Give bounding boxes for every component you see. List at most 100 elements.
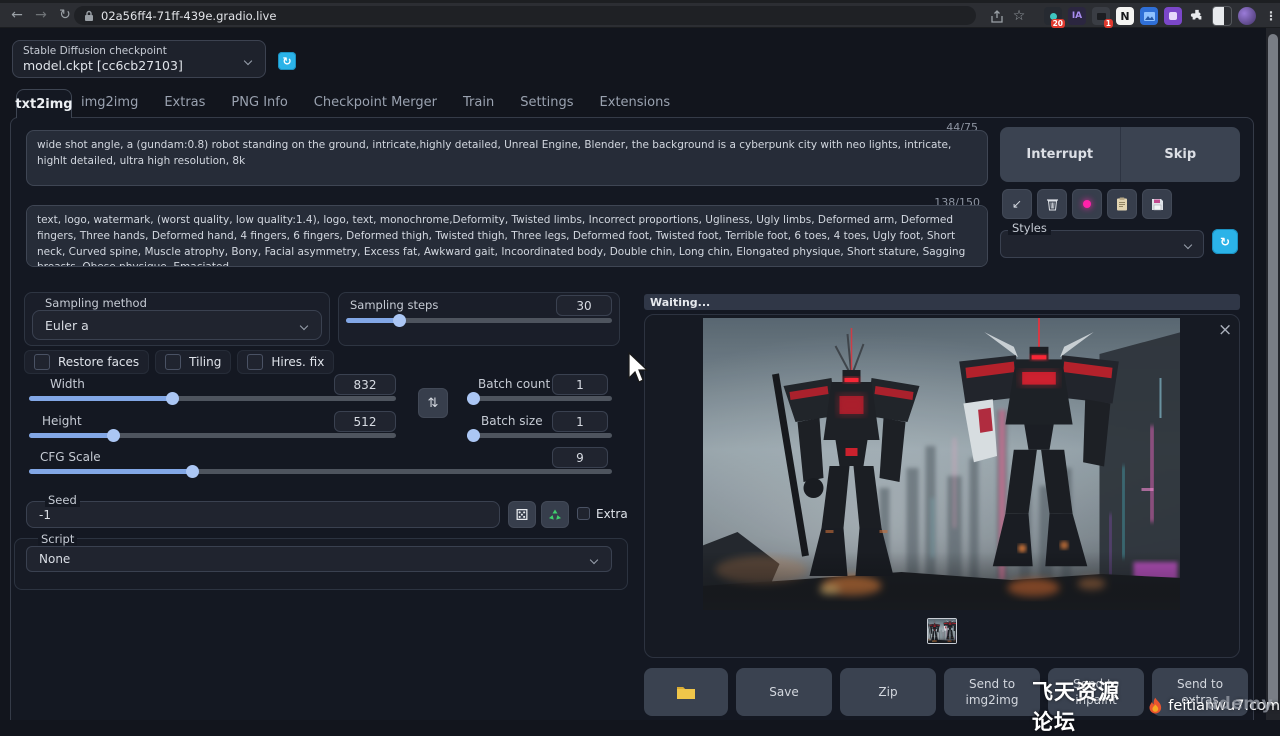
script-value: None	[39, 552, 70, 566]
sampling-method-value: Euler a	[45, 318, 89, 333]
width-slider[interactable]	[29, 396, 396, 401]
message-extension-icon[interactable]: 1	[1092, 7, 1110, 25]
batch-count-label: Batch count	[478, 377, 550, 391]
batch-count-value[interactable]: 1	[552, 374, 608, 395]
send-to-img2img-button[interactable]: Send to img2img	[944, 668, 1040, 716]
browser-reload-button[interactable]: ↻	[56, 7, 74, 23]
mouse-cursor	[627, 352, 649, 386]
negative-prompt-input[interactable]: text, logo, watermark, (worst quality, l…	[26, 205, 988, 267]
checkpoint-dropdown[interactable]: Stable Diffusion checkpoint model.ckpt […	[12, 40, 266, 78]
tab-train[interactable]: Train	[463, 95, 494, 110]
sampling-steps-label: Sampling steps	[350, 298, 438, 312]
profile-avatar[interactable]	[1238, 7, 1256, 25]
swap-width-height-button[interactable]: ⇅	[418, 388, 448, 418]
interrupt-button[interactable]: Interrupt	[1000, 127, 1120, 182]
tab-extensions[interactable]: Extensions	[600, 95, 671, 110]
styles-refresh-button[interactable]: ↻	[1212, 229, 1238, 254]
image-extension-icon[interactable]	[1140, 7, 1158, 25]
checkbox-icon	[165, 354, 181, 370]
height-label: Height	[42, 414, 82, 428]
bookmark-star-icon[interactable]: ☆	[1010, 8, 1028, 24]
share-icon[interactable]	[990, 10, 1004, 24]
tab-settings[interactable]: Settings	[520, 95, 573, 110]
dice-icon: ⚄	[515, 506, 528, 524]
hires-fix-checkbox[interactable]: Hires. fix	[237, 350, 334, 374]
address-bar[interactable]: 02a56ff4-71ff-439e.gradio.live	[74, 6, 976, 25]
cfg-scale-value[interactable]: 9	[552, 447, 608, 468]
toggle-row: Restore faces Tiling Hires. fix	[24, 350, 334, 374]
browser-toolbar: ← → ↻ 02a56ff4-71ff-439e.gradio.live ☆ 2…	[0, 0, 1280, 28]
tab-extras[interactable]: Extras	[164, 95, 205, 110]
zip-button[interactable]: Zip	[840, 668, 936, 716]
checkpoint-value: model.ckpt [cc6cb27103]	[23, 58, 255, 73]
save-style-button[interactable]	[1142, 189, 1172, 219]
purple-extension-icon[interactable]	[1164, 7, 1182, 25]
chevron-down-icon	[1184, 241, 1192, 249]
batch-count-slider[interactable]	[467, 396, 612, 401]
close-gallery-icon[interactable]: ×	[1218, 320, 1232, 340]
send-to-inpaint-button[interactable]: Send to inpaint	[1048, 668, 1144, 716]
paste-params-button[interactable]: ↙	[1002, 189, 1032, 219]
tab-img2img[interactable]: img2img	[81, 95, 138, 110]
styles-label: Styles	[1008, 221, 1051, 235]
height-value[interactable]: 512	[334, 411, 396, 432]
extra-networks-button[interactable]	[1072, 189, 1102, 219]
browser-forward-button[interactable]: →	[32, 7, 50, 23]
script-label: Script	[38, 532, 77, 546]
sampling-steps-slider[interactable]	[346, 318, 612, 323]
extensions-puzzle-icon[interactable]	[1188, 7, 1206, 25]
chevron-down-icon	[300, 322, 308, 330]
checkbox-icon	[247, 354, 263, 370]
notion-extension-icon[interactable]: N	[1116, 7, 1134, 25]
seed-value: -1	[39, 508, 51, 522]
page-scrollbar-thumb[interactable]	[1268, 34, 1278, 706]
sampling-method-dropdown[interactable]: Euler a	[32, 310, 322, 340]
width-label: Width	[50, 377, 85, 391]
sidebar-toggle-icon[interactable]	[1212, 6, 1232, 26]
progress-status: Waiting...	[650, 296, 710, 309]
checkpoint-refresh-button[interactable]: ↻	[278, 52, 296, 70]
send-to-extras-button[interactable]: Send to extras	[1152, 668, 1248, 716]
clear-prompt-button[interactable]	[1037, 189, 1067, 219]
batch-size-value[interactable]: 1	[552, 411, 608, 432]
tab-bar: img2img Extras PNG Info Checkpoint Merge…	[81, 95, 670, 110]
skip-button[interactable]: Skip	[1120, 127, 1241, 182]
tab-png-info[interactable]: PNG Info	[231, 95, 287, 110]
reuse-seed-button[interactable]	[541, 501, 569, 528]
progress-bar: Waiting...	[644, 294, 1240, 310]
restore-faces-checkbox[interactable]: Restore faces	[24, 350, 149, 374]
checkpoint-label: Stable Diffusion checkpoint	[23, 45, 255, 57]
cfg-scale-label: CFG Scale	[40, 450, 101, 464]
width-value[interactable]: 832	[334, 374, 396, 395]
lock-icon	[84, 10, 94, 22]
url-text: 02a56ff4-71ff-439e.gradio.live	[101, 9, 276, 23]
script-dropdown[interactable]: None	[26, 546, 612, 572]
open-folder-button[interactable]	[644, 668, 728, 716]
seed-input[interactable]: -1	[26, 501, 500, 528]
seed-label: Seed	[45, 493, 80, 507]
gallery-thumbnail[interactable]	[927, 618, 957, 644]
extra-networks-icon	[1083, 200, 1091, 208]
extra-seed-checkbox[interactable]	[577, 507, 590, 520]
pin-extension-icon[interactable]: 20	[1044, 7, 1062, 25]
cfg-scale-slider[interactable]	[29, 469, 612, 474]
browser-menu-icon[interactable]: ⋮	[1262, 7, 1280, 25]
trash-icon	[1046, 197, 1059, 211]
generated-image[interactable]	[703, 318, 1180, 610]
extension-icons: 20 IA 1 N ⋮	[1044, 7, 1280, 25]
tab-txt2img[interactable]: txt2img	[16, 89, 72, 118]
sampling-steps-value[interactable]: 30	[556, 295, 612, 316]
random-seed-button[interactable]: ⚄	[508, 501, 536, 528]
save-button[interactable]: Save	[736, 668, 832, 716]
apply-styles-button[interactable]	[1107, 189, 1137, 219]
tiling-checkbox[interactable]: Tiling	[155, 350, 231, 374]
tab-checkpoint-merger[interactable]: Checkpoint Merger	[314, 95, 437, 110]
height-slider[interactable]	[29, 433, 396, 438]
chevron-down-icon	[590, 556, 598, 564]
extra-seed-label: Extra	[596, 507, 628, 521]
browser-back-button[interactable]: ←	[8, 7, 26, 23]
batch-size-slider[interactable]	[467, 433, 612, 438]
prompt-input[interactable]: wide shot angle, a (gundam:0.8) robot st…	[26, 130, 988, 186]
folder-icon	[676, 684, 696, 700]
ia-extension-icon[interactable]: IA	[1068, 7, 1086, 25]
